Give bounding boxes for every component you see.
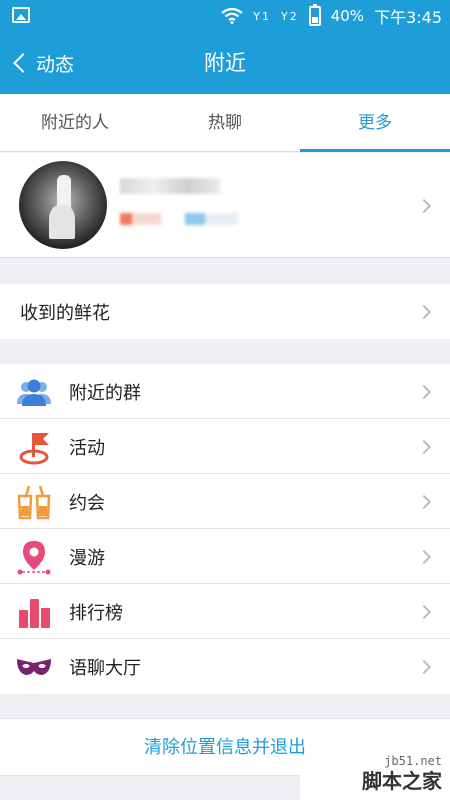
- tab-bar: 附近的人 热聊 更多: [0, 94, 450, 152]
- roaming-item[interactable]: 漫游: [0, 529, 450, 584]
- watermark-text: 脚本之家: [362, 769, 442, 793]
- roaming-label: 漫游: [69, 547, 105, 569]
- signal-1-icon: Y1: [253, 9, 271, 23]
- bar-chart-icon: [19, 598, 50, 628]
- dates-item[interactable]: 约会: [0, 474, 450, 529]
- profile-arrow-area: [390, 153, 450, 258]
- received-flowers-label: 收到的鲜花: [20, 302, 110, 324]
- chevron-right-icon: [416, 439, 432, 454]
- mask-icon: [17, 658, 51, 675]
- signal-2-icon: Y2: [281, 9, 299, 23]
- received-flowers-item[interactable]: 收到的鲜花: [0, 284, 450, 339]
- activities-item[interactable]: 活动: [0, 419, 450, 474]
- chevron-right-icon: [416, 659, 432, 674]
- avatar-figure-dress: [49, 205, 75, 239]
- activities-label: 活动: [69, 437, 105, 459]
- battery-percent: 40%: [330, 7, 365, 25]
- voice-hall-label: 语聊大厅: [69, 657, 141, 679]
- chevron-right-icon: [416, 604, 432, 619]
- clock: 下午3:45: [374, 8, 442, 27]
- drinks-icon: [17, 485, 51, 519]
- nav-bar: 动态 附近: [0, 32, 450, 94]
- blurred-username: [120, 178, 220, 194]
- chevron-right-icon: [416, 198, 432, 213]
- tab-nearby-people[interactable]: 附近的人: [0, 94, 150, 151]
- wifi-icon: [221, 8, 243, 24]
- group-icon: [17, 379, 51, 406]
- chevron-right-icon: [416, 549, 432, 564]
- profile-card[interactable]: [0, 153, 450, 258]
- image-icon: [12, 7, 30, 23]
- blurred-user-info: [120, 213, 238, 225]
- ranking-item[interactable]: 排行榜: [0, 584, 450, 639]
- chevron-right-icon: [416, 384, 432, 399]
- chevron-right-icon: [416, 304, 432, 319]
- tab-hot-chat[interactable]: 热聊: [150, 94, 300, 151]
- avatar[interactable]: [19, 161, 107, 249]
- nearby-groups-item[interactable]: 附近的群: [0, 364, 450, 419]
- dates-label: 约会: [69, 492, 105, 514]
- tab-more[interactable]: 更多: [300, 94, 450, 152]
- ranking-label: 排行榜: [69, 602, 123, 624]
- location-pin-icon: [17, 540, 51, 574]
- status-right: Y1 Y2 40% 下午3:45: [221, 0, 442, 32]
- battery-icon: [308, 4, 321, 26]
- page-title: 附近: [204, 51, 246, 75]
- status-bar: Y1 Y2 40% 下午3:45: [0, 0, 450, 32]
- flag-icon: [19, 432, 49, 464]
- voice-hall-item[interactable]: 语聊大厅: [0, 639, 450, 694]
- chevron-right-icon: [416, 494, 432, 509]
- nearby-groups-label: 附近的群: [69, 382, 141, 404]
